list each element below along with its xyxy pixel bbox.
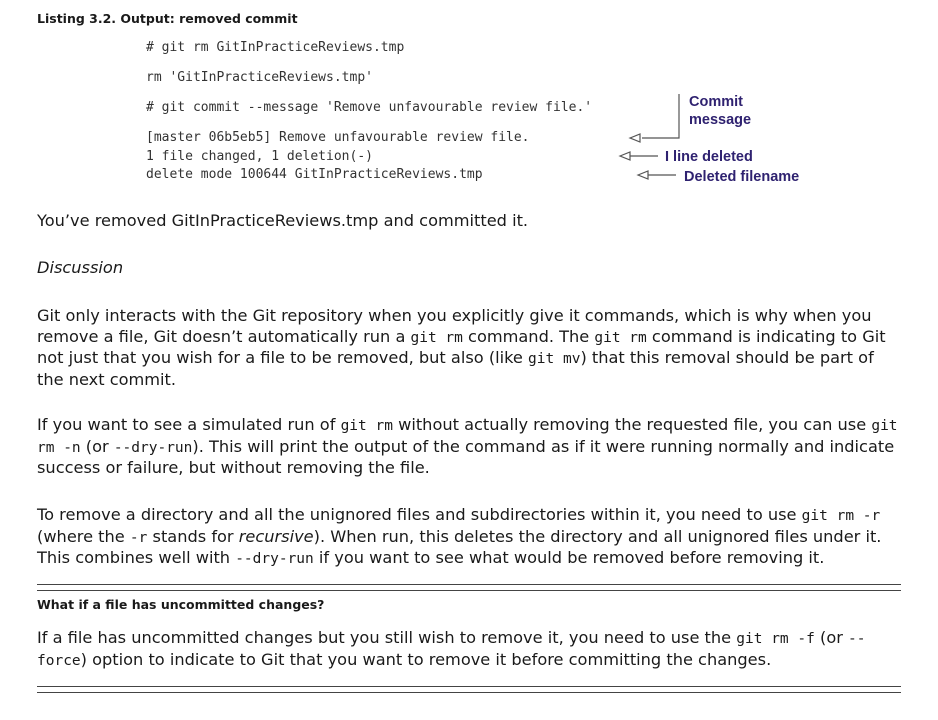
discussion-heading: Discussion — [37, 258, 124, 277]
summary-text: You’ve removed GitInPracticeReviews.tmp … — [37, 211, 529, 230]
inline-code: git rm — [340, 418, 393, 434]
inline-code: git rm — [594, 329, 647, 346]
arrowhead-icon — [618, 151, 631, 161]
annotation-line-deleted: I line deleted — [665, 149, 753, 165]
sidebar-paragraph: If a file has uncommitted changes but yo… — [37, 628, 866, 669]
paragraph-dry-run: If you want to see a simulated run of gi… — [37, 415, 898, 477]
inline-code: -r — [129, 529, 148, 546]
sidebar-title: What if a file has uncommitted changes? — [37, 597, 325, 612]
sidebar-top-rule — [37, 584, 901, 591]
emphasis-text: recursive — [238, 526, 314, 546]
arrowhead-icon — [628, 133, 641, 143]
sidebar-bottom-rule — [37, 686, 901, 693]
inline-code: git rm — [410, 329, 463, 346]
paragraph-recursive: To remove a directory and all the unigno… — [37, 505, 882, 567]
inline-code: --dry-run — [235, 551, 314, 567]
inline-code: git rm -f — [736, 631, 815, 647]
annotation-deleted-filename: Deleted filename — [684, 169, 800, 185]
inline-code: git rm -r — [801, 508, 881, 524]
inline-code: git mv — [528, 351, 581, 367]
paragraph-git-rm: Git only interacts with the Git reposito… — [37, 306, 886, 389]
commit-message-leader — [642, 94, 680, 139]
annotation-commit-message: Commit message — [689, 94, 752, 128]
inline-code: --dry-run — [113, 439, 193, 456]
arrowhead-icon — [636, 170, 649, 180]
